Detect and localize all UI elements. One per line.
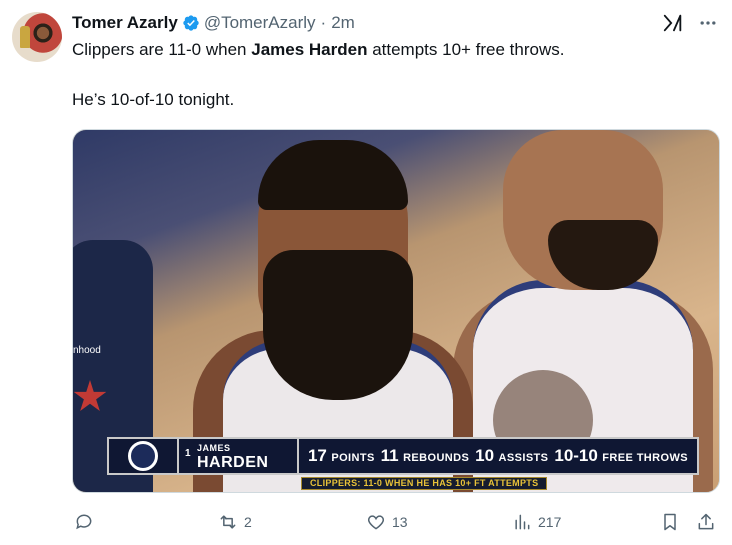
stat-value: 10-10 bbox=[554, 446, 598, 465]
reply-icon bbox=[76, 514, 92, 530]
stat-rebounds: 11 REBOUNDS bbox=[381, 446, 470, 466]
views-button[interactable]: 217 bbox=[512, 509, 561, 535]
scorebug-last-name: HARDEN bbox=[197, 454, 269, 471]
scorebug-player: 1 JAMES HARDEN bbox=[179, 437, 297, 475]
stat-label: POINTS bbox=[331, 452, 375, 464]
scorebug-subtitle: CLIPPERS: 11-0 WHEN HE HAS 10+ FT ATTEMP… bbox=[301, 477, 548, 490]
retweet-icon bbox=[220, 515, 236, 529]
bookmark-button[interactable] bbox=[660, 509, 680, 535]
scorebug-stats: 17 POINTS 11 REBOUNDS 10 ASSISTS 10-10 F… bbox=[297, 437, 699, 475]
tweet-text-segment: Clippers are 11-0 when bbox=[72, 40, 252, 59]
tweet-text-segment: attempts 10+ free throws. bbox=[367, 40, 565, 59]
like-button[interactable]: 13 bbox=[366, 509, 408, 535]
like-icon bbox=[367, 515, 385, 530]
verified-badge-icon bbox=[183, 15, 199, 31]
tweet-header: Tomer Azarly @TomerAzarly · 2m bbox=[72, 12, 355, 34]
share-icon bbox=[698, 513, 714, 530]
share-button[interactable] bbox=[696, 509, 716, 535]
header-separator: · bbox=[320, 13, 327, 32]
stat-value: 10 bbox=[475, 446, 495, 465]
scorebug-jersey-number: 1 bbox=[185, 448, 191, 459]
stat-label: FREE THROWS bbox=[602, 452, 688, 464]
retweet-count: 2 bbox=[244, 514, 252, 530]
stat-value: 11 bbox=[380, 446, 399, 465]
stat-label: REBOUNDS bbox=[403, 452, 470, 464]
tweet-text-bold: James Harden bbox=[251, 40, 368, 59]
tweet-text-line-1: Clippers are 11-0 when James Harden atte… bbox=[72, 40, 564, 60]
media-harden-beard bbox=[263, 250, 413, 400]
tweet-top-actions bbox=[662, 12, 718, 34]
author-name[interactable]: Tomer Azarly bbox=[72, 13, 178, 33]
more-icon[interactable] bbox=[698, 13, 718, 33]
broadcast-scorebug: 1 JAMES HARDEN 17 POINTS 11 REBOUNDS 10 … bbox=[107, 437, 699, 475]
tweet-timestamp[interactable]: 2m bbox=[331, 13, 355, 33]
avatar-trophy bbox=[20, 26, 30, 48]
team-logo-icon bbox=[128, 441, 158, 471]
stat-label: ASSISTS bbox=[498, 452, 549, 464]
author-handle[interactable]: @TomerAzarly bbox=[204, 13, 316, 33]
tweet-text-line-2: He’s 10-of-10 tonight. bbox=[72, 90, 235, 109]
bookmark-icon bbox=[664, 513, 676, 531]
tweet-media-image[interactable]: nhood 1 JAMES HARDEN 17 POINTS 11 REBOUN… bbox=[72, 129, 720, 493]
tweet-action-bar: 2 13 217 bbox=[72, 509, 720, 535]
stat-free-throws: 10-10 FREE THROWS bbox=[554, 446, 688, 466]
jersey-text: nhood bbox=[73, 345, 101, 356]
retweet-button[interactable]: 2 bbox=[218, 509, 252, 535]
like-count: 13 bbox=[392, 514, 408, 530]
stat-assists: 10 ASSISTS bbox=[475, 446, 548, 466]
stat-points: 17 POINTS bbox=[308, 446, 375, 466]
grok-icon[interactable] bbox=[662, 12, 684, 34]
scorebug-first-name: JAMES bbox=[197, 443, 231, 453]
views-icon bbox=[515, 514, 530, 530]
reply-button[interactable] bbox=[74, 509, 100, 535]
stat-value: 17 bbox=[307, 446, 327, 465]
team-logo bbox=[107, 437, 179, 475]
views-count: 217 bbox=[538, 514, 562, 530]
author-avatar[interactable] bbox=[12, 12, 62, 62]
